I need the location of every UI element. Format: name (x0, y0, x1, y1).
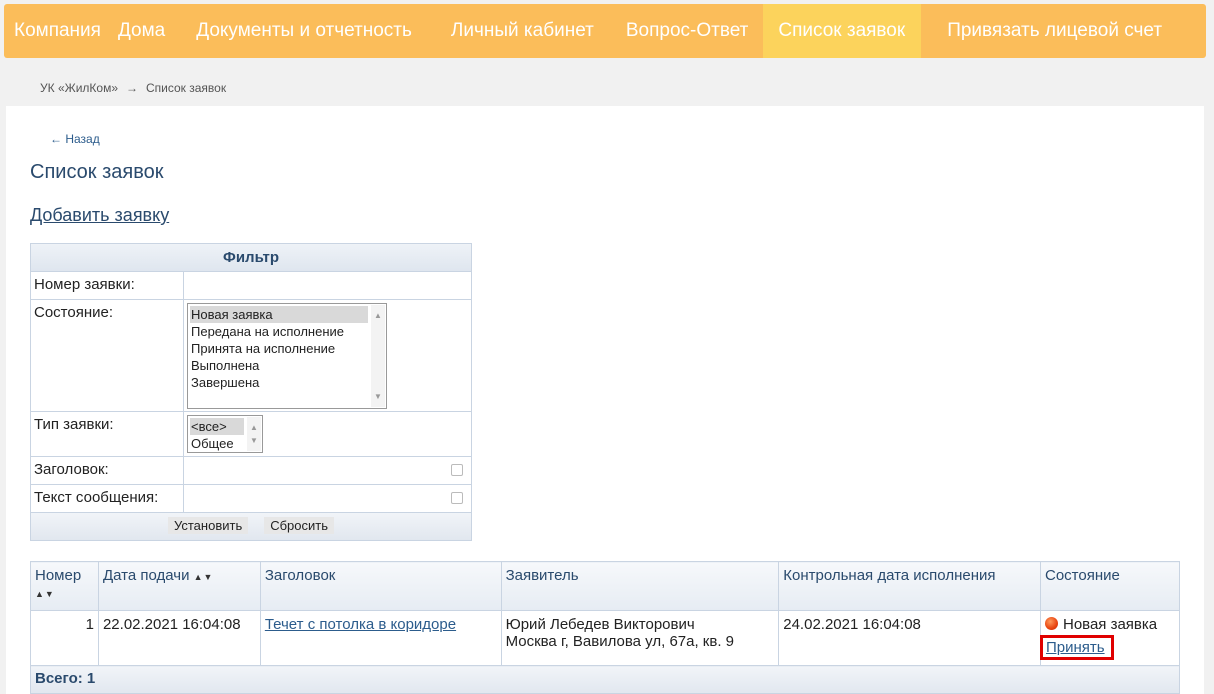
sort-icon[interactable]: ▲▼ (194, 572, 214, 582)
breadcrumb-root[interactable]: УК «ЖилКом» (40, 81, 118, 95)
total-count: Всего: 1 (30, 665, 1180, 694)
breadcrumb-current: Список заявок (146, 81, 227, 95)
table-row: 1 22.02.2021 16:04:08 Течет с потолка в … (30, 610, 1181, 666)
cell-control-date: 24.02.2021 16:04:08 (778, 610, 1041, 666)
state-option[interactable]: Новая заявка (190, 306, 368, 323)
number-label: Номер заявки: (31, 272, 184, 299)
title-label: Заголовок: (31, 457, 184, 484)
state-option[interactable]: Передана на исполнение (190, 323, 368, 340)
column-header-control-date: Контрольная дата исполнения (778, 561, 1041, 611)
column-header-date[interactable]: Дата подачи ▲▼ (97, 561, 261, 611)
sort-icon[interactable]: ▲▼ (35, 589, 55, 599)
state-option[interactable]: Принята на исполнение (190, 340, 368, 357)
column-header-state: Состояние (1039, 561, 1181, 611)
cell-applicant: Юрий Лебедев Викторович Москва г, Вавило… (500, 610, 780, 666)
state-listbox[interactable]: Новая заявка Передана на исполнение Прин… (187, 303, 387, 409)
nav-item-documents[interactable]: Документы и отчетность (180, 4, 434, 58)
nav-item-houses[interactable]: Дома (109, 4, 180, 58)
status-dot-icon (1044, 617, 1058, 630)
header-label: Номер (35, 567, 82, 584)
nav-item-faq[interactable]: Вопрос-Ответ (610, 4, 764, 58)
accept-link-highlight: Принять (1039, 635, 1114, 660)
column-header-number[interactable]: Номер ▲▼ (30, 561, 99, 611)
number-input[interactable] (184, 272, 471, 299)
cell-number: 1 (30, 610, 99, 666)
apply-filter-button[interactable]: Установить (167, 517, 249, 534)
cell-state: Новая заявка Принять (1039, 610, 1181, 666)
title-input[interactable] (184, 457, 471, 484)
text-input[interactable] (184, 485, 471, 512)
table-header-row: Номер ▲▼ Дата подачи ▲▼ Заголовок Заявите… (30, 561, 1181, 611)
state-scrollbar[interactable]: ▲ ▼ (371, 305, 385, 407)
state-option[interactable]: Завершена (190, 374, 368, 391)
requests-table: Номер ▲▼ Дата подачи ▲▼ Заголовок Заявите… (30, 561, 1181, 694)
type-option[interactable]: Общее (190, 435, 244, 452)
filter-actions: Установить Сбросить (31, 513, 471, 540)
nav-item-bind-account[interactable]: Привязать лицевой счет (921, 4, 1172, 58)
table-total-row: Всего: 1 (30, 665, 1180, 694)
accept-link[interactable]: Принять (1046, 639, 1105, 656)
add-request-link[interactable]: Добавить заявку (30, 205, 169, 226)
nav-item-requests[interactable]: Список заявок (763, 4, 922, 58)
state-option[interactable]: Выполнена (190, 357, 368, 374)
nav-item-account[interactable]: Личный кабинет (434, 4, 610, 58)
scroll-down-icon[interactable]: ▼ (371, 388, 385, 405)
header-label: Дата подачи (102, 567, 190, 584)
cell-title: Течет с потолка в коридоре (259, 610, 502, 666)
scroll-down-icon[interactable]: ▼ (247, 432, 261, 449)
cell-date: 22.02.2021 16:04:08 (97, 610, 261, 666)
page-title: Список заявок (30, 161, 164, 183)
text-label: Текст сообщения: (31, 485, 184, 512)
text-checkbox[interactable] (451, 492, 463, 504)
applicant-address: Москва г, Вавилова ул, 67а, кв. 9 (505, 633, 735, 650)
type-option[interactable]: <все> (190, 418, 244, 435)
status-text: Новая заявка (1062, 616, 1158, 633)
scroll-up-icon[interactable]: ▲ (371, 307, 385, 324)
type-scrollbar[interactable]: ▲ ▼ (247, 417, 261, 451)
column-header-title: Заголовок (259, 561, 502, 611)
breadcrumb-separator: → (126, 81, 138, 95)
filter-panel: Фильтр Номер заявки: Состояние: Новая за… (30, 243, 472, 541)
request-title-link[interactable]: Течет с потолка в коридоре (265, 616, 456, 633)
top-navigation: Компания Дома Документы и отчетность Лич… (4, 4, 1206, 58)
column-header-applicant: Заявитель (500, 561, 780, 611)
back-link[interactable]: ← Назад (50, 132, 100, 146)
reset-filter-button[interactable]: Сбросить (264, 517, 335, 534)
type-listbox[interactable]: <все> Общее ▲ ▼ (187, 415, 263, 453)
filter-title: Фильтр (31, 244, 471, 272)
breadcrumb: УК «ЖилКом» → Список заявок (40, 81, 226, 95)
state-label: Состояние: (31, 300, 184, 411)
type-label: Тип заявки: (31, 412, 184, 456)
title-checkbox[interactable] (451, 464, 463, 476)
nav-item-company[interactable]: Компания (4, 4, 109, 58)
applicant-name: Юрий Лебедев Викторович (505, 616, 695, 633)
